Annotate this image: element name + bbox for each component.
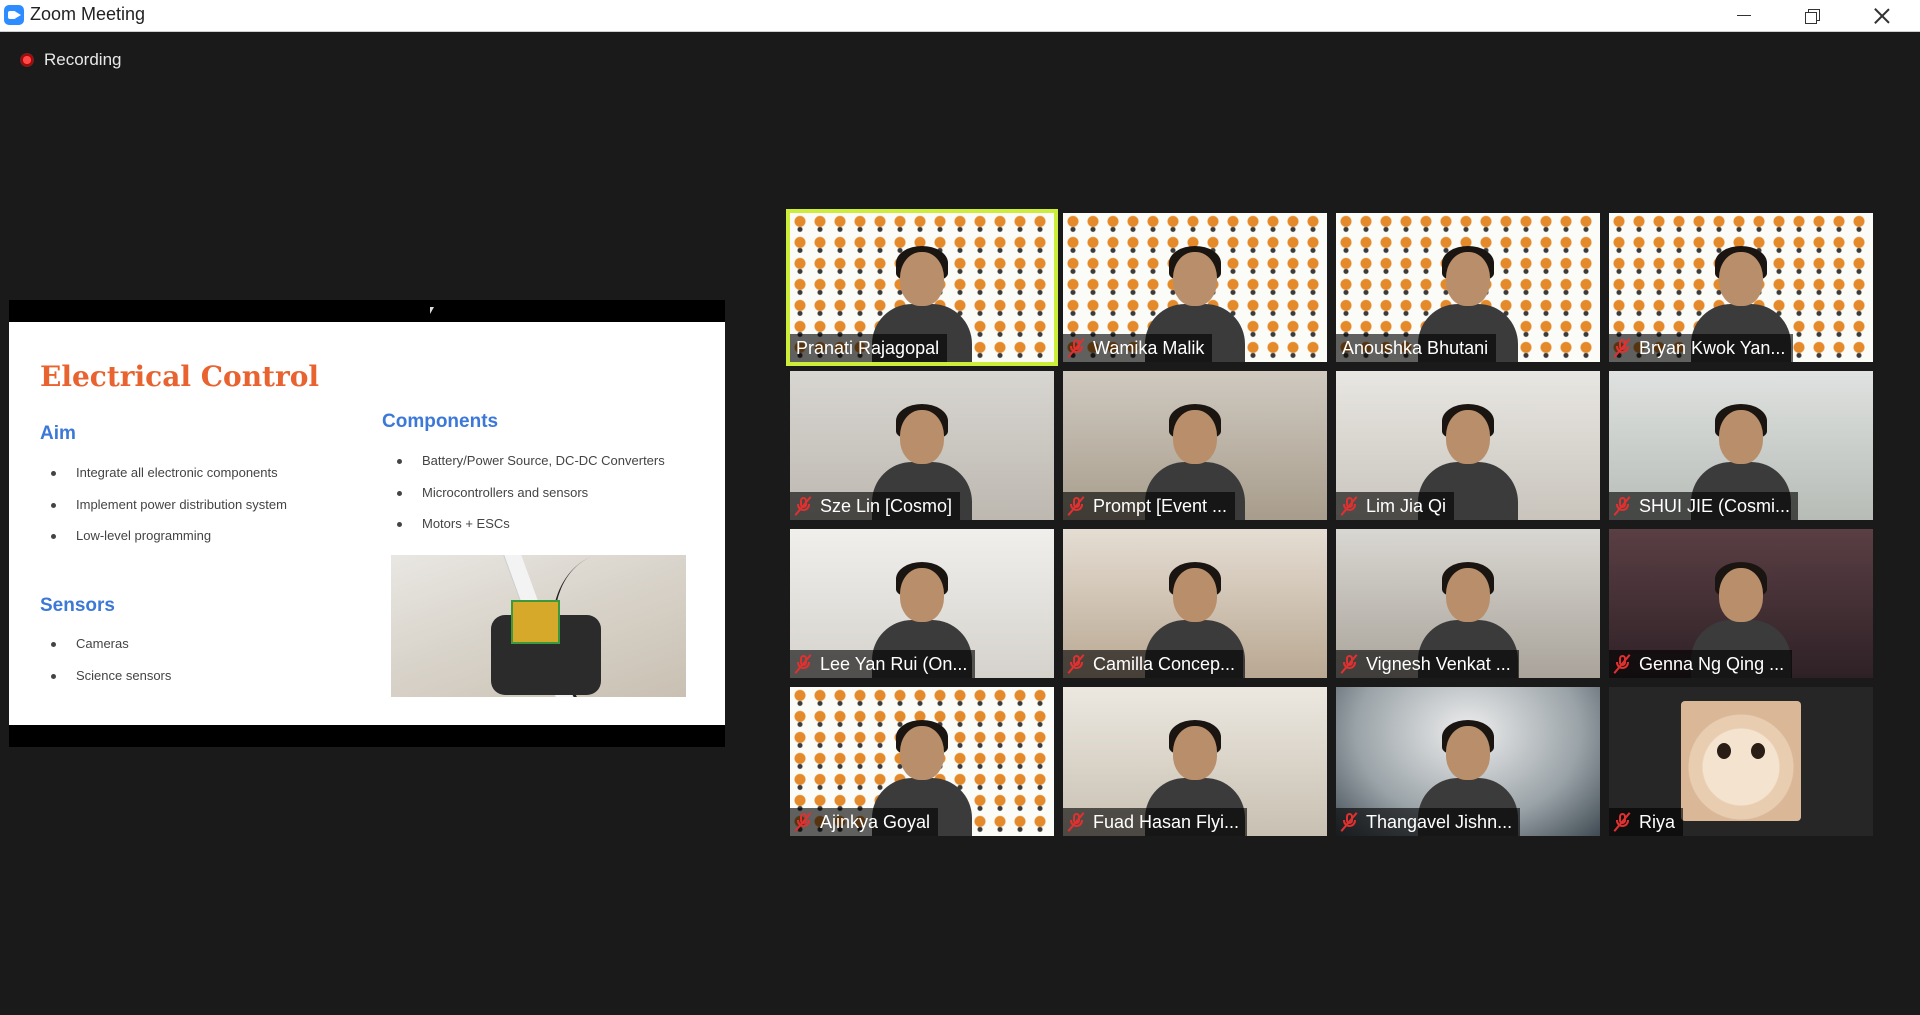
participant-name-tag: Vignesh Venkat ... (1336, 650, 1519, 678)
participant-name-tag: Wamika Malik (1063, 334, 1213, 362)
participant-tile[interactable]: Camilla Concep... (1063, 529, 1327, 678)
participant-name-tag: Riya (1609, 808, 1684, 836)
restore-button[interactable] (1778, 0, 1846, 31)
mic-muted-icon (794, 654, 812, 674)
minimize-icon (1737, 15, 1751, 16)
participant-name: Vignesh Venkat ... (1366, 653, 1511, 674)
components-item: Microcontrollers and sensors (386, 485, 665, 517)
close-icon (1874, 8, 1890, 24)
participant-name-tag: Anoushka Bhutani (1336, 334, 1497, 362)
sensors-item: Science sensors (40, 668, 171, 700)
minimize-button[interactable] (1710, 0, 1778, 31)
mic-muted-icon (1067, 654, 1085, 674)
participant-name-tag: Prompt [Event ... (1063, 492, 1236, 520)
components-item: Motors + ESCs (386, 516, 665, 548)
participant-name-tag: Camilla Concep... (1063, 650, 1244, 678)
aim-list: Integrate all electronic components Impl… (40, 465, 287, 560)
participant-tile[interactable]: Fuad Hasan Flyi... (1063, 687, 1327, 836)
components-heading: Components (382, 411, 499, 432)
participant-name-tag: Lim Jia Qi (1336, 492, 1455, 520)
participant-tile[interactable]: Genna Ng Qing ... (1609, 529, 1873, 678)
participant-name-tag: Thangavel Jishn... (1336, 808, 1521, 836)
participant-tile[interactable]: Wamika Malik (1063, 213, 1327, 362)
mouse-cursor-icon (430, 307, 434, 314)
mic-muted-icon (1613, 654, 1631, 674)
mic-muted-icon (1067, 812, 1085, 832)
participant-name-tag: Sze Lin [Cosmo] (790, 492, 961, 520)
components-item: Battery/Power Source, DC-DC Converters (386, 453, 665, 485)
mic-muted-icon (794, 812, 812, 832)
mic-muted-icon (1340, 496, 1358, 516)
recording-icon (20, 53, 34, 67)
participant-name-tag: SHUI JIE (Cosmi... (1609, 492, 1799, 520)
participant-name: Prompt [Event ... (1093, 495, 1228, 516)
sensors-heading: Sensors (40, 595, 115, 616)
participant-name: SHUI JIE (Cosmi... (1639, 495, 1791, 516)
participant-tile[interactable]: Anoushka Bhutani (1336, 213, 1600, 362)
mic-muted-icon (1340, 654, 1358, 674)
participant-name: Wamika Malik (1093, 337, 1205, 358)
aim-item: Integrate all electronic components (40, 465, 287, 497)
participant-name: Sze Lin [Cosmo] (820, 495, 953, 516)
participant-name: Fuad Hasan Flyi... (1093, 811, 1240, 832)
participant-name: Thangavel Jishn... (1366, 811, 1513, 832)
participant-tile[interactable]: Pranati Rajagopal (786, 209, 1058, 366)
restore-icon (1805, 8, 1820, 24)
sensors-list: Cameras Science sensors (40, 636, 171, 699)
aim-heading: Aim (40, 423, 76, 444)
presentation-slide: Electrical Control Aim Integrate all ele… (9, 322, 725, 725)
participant-name-tag: Pranati Rajagopal (790, 334, 948, 362)
participant-tile[interactable]: Vignesh Venkat ... (1336, 529, 1600, 678)
participant-name: Bryan Kwok Yan... (1639, 337, 1786, 358)
aim-item: Low-level programming (40, 528, 287, 560)
mic-muted-icon (1613, 496, 1631, 516)
zoom-app-icon (4, 5, 24, 25)
participant-name-tag: Lee Yan Rui (On... (790, 650, 976, 678)
participant-name: Pranati Rajagopal (796, 337, 940, 358)
participant-name-tag: Genna Ng Qing ... (1609, 650, 1793, 678)
participant-tile[interactable]: Bryan Kwok Yan... (1609, 213, 1873, 362)
mic-muted-icon (794, 496, 812, 516)
participant-tile[interactable]: Lim Jia Qi (1336, 371, 1600, 520)
mic-muted-icon (1613, 812, 1631, 832)
participant-name: Camilla Concep... (1093, 653, 1236, 674)
aim-item: Implement power distribution system (40, 497, 287, 529)
rover-photo (391, 555, 686, 697)
mic-muted-icon (1613, 338, 1631, 358)
recording-indicator[interactable]: Recording (20, 50, 122, 70)
close-button[interactable] (1848, 0, 1916, 31)
window-title: Zoom Meeting (30, 4, 146, 24)
participant-name-tag: Ajinkya Goyal (790, 808, 939, 836)
participant-tile[interactable]: Prompt [Event ... (1063, 371, 1327, 520)
participant-name: Genna Ng Qing ... (1639, 653, 1785, 674)
participant-name: Lee Yan Rui (On... (820, 653, 968, 674)
participant-name: Ajinkya Goyal (820, 811, 931, 832)
participant-name: Riya (1639, 811, 1676, 832)
recording-label: Recording (44, 50, 122, 69)
sensors-item: Cameras (40, 636, 171, 668)
avatar (1681, 701, 1801, 821)
title-bar: Zoom Meeting (0, 0, 1920, 32)
shared-screen[interactable]: Electrical Control Aim Integrate all ele… (9, 300, 725, 747)
slide-title: Electrical Control (40, 360, 320, 393)
participant-tile[interactable]: Lee Yan Rui (On... (790, 529, 1054, 678)
participant-name-tag: Fuad Hasan Flyi... (1063, 808, 1248, 836)
participant-tile[interactable]: Thangavel Jishn... (1336, 687, 1600, 836)
participant-tile[interactable]: SHUI JIE (Cosmi... (1609, 371, 1873, 520)
participant-name: Lim Jia Qi (1366, 495, 1447, 516)
participant-tile[interactable]: Riya (1609, 687, 1873, 836)
participant-tile[interactable]: Sze Lin [Cosmo] (790, 371, 1054, 520)
components-list: Battery/Power Source, DC-DC Converters M… (386, 453, 665, 548)
participant-name-tag: Bryan Kwok Yan... (1609, 334, 1794, 362)
mic-muted-icon (1067, 338, 1085, 358)
mic-muted-icon (1340, 812, 1358, 832)
participant-tile[interactable]: Ajinkya Goyal (790, 687, 1054, 836)
participant-name: Anoushka Bhutani (1342, 337, 1489, 358)
mic-muted-icon (1067, 496, 1085, 516)
